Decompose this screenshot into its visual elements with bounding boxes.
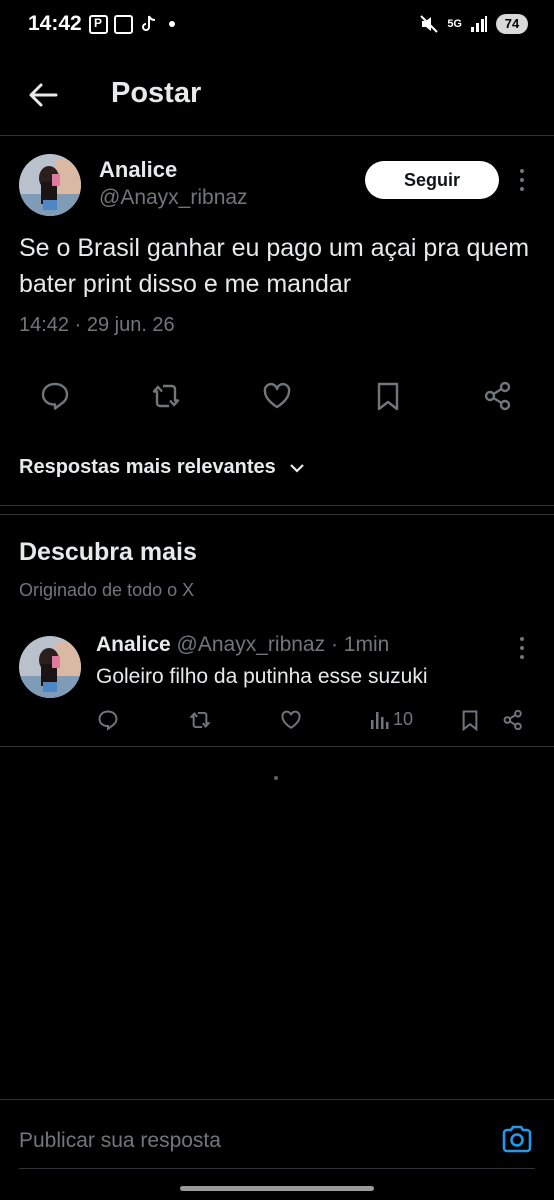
related-post-handle: @Anayx_ribnaz [176,633,326,656]
mute-icon [420,15,439,33]
reply-icon[interactable] [38,379,72,413]
related-retweet-icon[interactable] [188,708,212,732]
loading-indicator [274,776,278,780]
app-notification-icon [89,14,108,34]
section-divider [0,505,554,515]
tiktok-icon [142,15,156,31]
views-count: 10 [393,709,414,729]
camera-icon[interactable] [500,1122,534,1156]
reply-input[interactable] [19,1121,479,1161]
battery-indicator: 74 [496,14,528,34]
signal-icon [471,16,487,32]
discover-title: Descubra mais [19,538,197,566]
related-post-header[interactable]: Analice @Anayx_ribnaz · 1min [96,633,389,657]
divider [0,746,554,747]
related-post-author: Analice [96,633,171,656]
related-share-icon[interactable] [501,708,525,732]
arrow-left-icon[interactable] [26,78,60,112]
top-app-bar: Postar [0,52,554,136]
tweet-timestamp[interactable]: 14:42 · 29 jun. 26 [19,314,175,337]
page-title: Postar [111,77,202,109]
calendar-notification-icon [114,14,133,34]
status-time: 14:42 [28,12,82,35]
related-bookmark-icon[interactable] [458,708,482,732]
tweet-text: Se o Brasil ganhar eu pago um açai pra q… [19,234,530,298]
author-handle[interactable]: @Anayx_ribnaz [99,186,248,210]
related-like-icon[interactable] [279,708,303,732]
reply-input-underline [19,1168,535,1169]
discover-subtitle: Originado de todo o X [19,580,195,600]
bookmark-icon[interactable] [371,379,405,413]
status-bar: 14:42 5G 74 [0,0,554,52]
share-icon[interactable] [481,379,515,413]
avatar[interactable] [19,154,81,216]
replies-sort-dropdown[interactable]: Respostas mais relevantes [19,456,306,479]
chevron-down-icon [290,463,304,473]
like-icon[interactable] [260,379,294,413]
more-notifications-dot [169,21,175,27]
retweet-icon[interactable] [149,379,183,413]
views-icon[interactable] [368,708,392,732]
replies-sort-label: Respostas mais relevantes [19,456,276,478]
notification-icons [89,14,175,34]
more-options-icon[interactable] [519,169,525,191]
network-type: 5G [447,18,462,30]
follow-button[interactable]: Seguir [365,161,499,199]
related-post-text: Goleiro filho da putinha esse suzuki [96,665,428,688]
related-reply-icon[interactable] [96,708,120,732]
gesture-navigation-bar[interactable] [180,1186,374,1191]
reply-composer [0,1099,554,1200]
related-post-more-icon[interactable] [519,637,525,659]
author-name[interactable]: Analice [99,157,177,183]
system-icons: 5G 74 [419,14,528,34]
related-post-time: · 1min [330,633,390,656]
related-post-avatar[interactable] [19,636,81,698]
